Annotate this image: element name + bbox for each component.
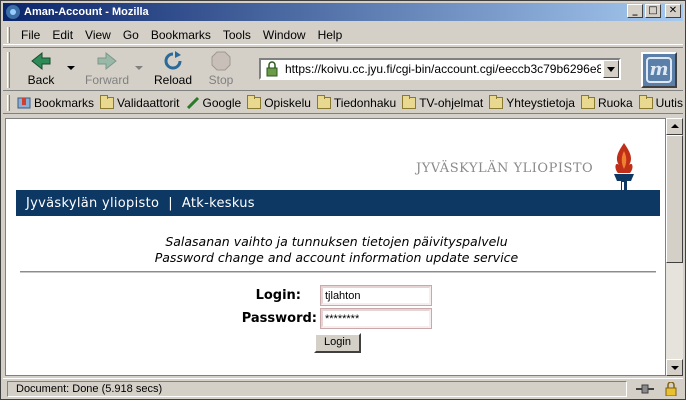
forward-label: Forward [85, 73, 130, 87]
folder-label: Yhteystietoja [506, 95, 575, 110]
folder-label: Uutiset [655, 95, 683, 110]
bookmarks-label: Bookmarks [34, 95, 95, 110]
folder-icon [580, 94, 595, 109]
stop-icon [211, 51, 231, 71]
bookmarks-icon [17, 97, 31, 108]
scroll-up-button[interactable] [666, 118, 683, 135]
bookmark-folder-ruoka[interactable]: Ruoka [580, 94, 639, 110]
site-nav-bar: Jyväskylän yliopisto | Atk-keskus [16, 190, 660, 216]
folder-label: Tiedonhaku [333, 95, 397, 110]
stop-label: Stop [208, 73, 234, 87]
folder-icon [402, 94, 417, 109]
folder-label: Ruoka [597, 95, 633, 110]
menu-edit[interactable]: Edit [46, 28, 79, 42]
minimize-button[interactable]: _ [627, 4, 643, 18]
scroll-down-button[interactable] [666, 359, 683, 376]
login-label: Login: [255, 288, 301, 303]
folder-label: Validaattorit [117, 95, 180, 110]
forward-arrow-icon [97, 51, 117, 71]
security-lock-icon[interactable] [661, 382, 681, 396]
folder-icon [316, 94, 331, 109]
bookmarks-menu[interactable]: Bookmarks [17, 96, 100, 110]
menu-tools[interactable]: Tools [217, 28, 257, 42]
login-input[interactable] [320, 285, 432, 306]
password-label: Password: [241, 311, 317, 326]
subtitle-english: Password change and account information … [154, 250, 519, 265]
url-bar[interactable] [259, 58, 621, 80]
scroll-thumb[interactable] [666, 135, 683, 263]
login-button[interactable]: Login [314, 333, 361, 353]
folder-icon [100, 94, 115, 109]
folder-icon [247, 94, 262, 109]
bookmark-folder-uutiset[interactable]: Uutiset [638, 94, 683, 110]
maximize-button[interactable]: □ [645, 4, 661, 18]
menu-bookmarks[interactable]: Bookmarks [145, 28, 217, 42]
forward-button[interactable]: Forward [85, 51, 129, 89]
page-content: JYVÄSKYLÄN YLIOPISTO Jyväskylän yliopist… [5, 118, 666, 376]
secure-site-icon [266, 61, 278, 77]
reload-label: Reload [153, 73, 193, 87]
bookmark-label: Google [202, 95, 242, 110]
back-arrow-icon [31, 51, 51, 71]
bookmark-link-icon [186, 96, 199, 109]
nav-link-atk-keskus[interactable]: Atk-keskus [182, 196, 255, 211]
title-bar[interactable]: Aman-Account - Mozilla _ □ ✕ [3, 3, 683, 21]
url-dropdown-button[interactable] [603, 60, 619, 78]
bookmark-folder-opiskelu[interactable]: Opiskelu [247, 94, 317, 110]
window-title: Aman-Account - Mozilla [24, 6, 149, 18]
url-input[interactable] [285, 62, 601, 76]
status-bar: Document: Done (5.918 secs) [3, 378, 683, 398]
personal-toolbar: Bookmarks Validaattorit Google Opiskelu … [3, 92, 683, 114]
bookmark-folder-tiedonhaku[interactable]: Tiedonhaku [316, 94, 402, 110]
subtitle-finnish: Salasanan vaihto ja tunnuksen tietojen p… [165, 234, 508, 249]
navigation-toolbar: Back Forward Reload Stop https://koivu.c… [3, 47, 683, 91]
menu-view[interactable]: View [79, 28, 117, 42]
back-dropdown-icon[interactable] [67, 66, 75, 70]
stop-button[interactable]: Stop [199, 51, 243, 89]
menu-help[interactable]: Help [312, 28, 349, 42]
online-status-icon[interactable] [635, 382, 655, 396]
reload-button[interactable]: Reload [151, 51, 195, 89]
divider [20, 271, 656, 273]
mozilla-throbber[interactable]: m [641, 52, 677, 88]
bookmark-google[interactable]: Google [186, 96, 248, 110]
bookmark-folder-validaattorit[interactable]: Validaattorit [100, 94, 185, 110]
menu-window[interactable]: Window [257, 28, 312, 42]
nav-link-university[interactable]: Jyväskylän yliopisto [26, 196, 159, 211]
folder-icon [638, 94, 653, 109]
reload-icon [164, 51, 182, 70]
password-input[interactable] [320, 308, 432, 329]
back-label: Back [27, 73, 55, 87]
folder-label: TV-ohjelmat [419, 95, 484, 110]
status-text: Document: Done (5.918 secs) [7, 381, 627, 397]
forward-dropdown-icon[interactable] [135, 66, 143, 70]
university-name: JYVÄSKYLÄN YLIOPISTO [416, 161, 594, 176]
nav-separator: | [168, 195, 173, 211]
mozilla-logo-icon: m [646, 57, 672, 83]
mozilla-icon [6, 5, 20, 19]
menu-go[interactable]: Go [117, 28, 145, 42]
menu-file[interactable]: File [15, 28, 46, 42]
toolbar-grip[interactable] [7, 95, 10, 111]
page-subtitle: Salasanan vaihto ja tunnuksen tietojen p… [6, 234, 665, 266]
bookmark-folder-tv-ohjelmat[interactable]: TV-ohjelmat [402, 94, 489, 110]
folder-label: Opiskelu [264, 95, 311, 110]
browser-window: Aman-Account - Mozilla _ □ ✕ File Edit V… [0, 0, 686, 400]
folder-icon [489, 94, 504, 109]
toolbar-grip[interactable] [7, 27, 10, 43]
back-button[interactable]: Back [19, 51, 63, 89]
vertical-scrollbar[interactable] [666, 118, 683, 376]
toolbar-grip[interactable] [7, 52, 10, 88]
menu-bar: File Edit View Go Bookmarks Tools Window… [3, 25, 683, 45]
bookmark-folder-yhteystietoja[interactable]: Yhteystietoja [489, 94, 581, 110]
close-button[interactable]: ✕ [665, 4, 681, 18]
